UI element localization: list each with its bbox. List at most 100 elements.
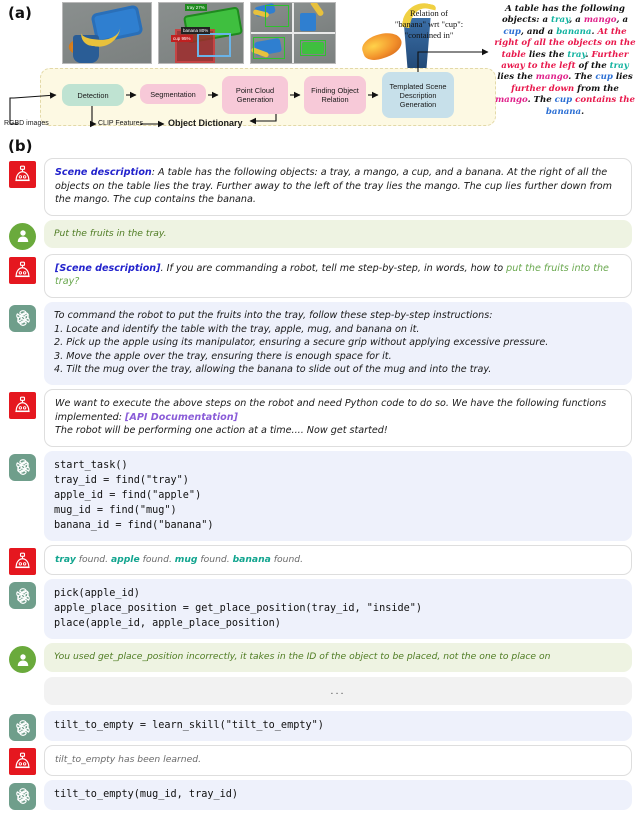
crop-cell-2 <box>294 3 335 32</box>
thumbnail-row: tray 27% banana 80% cup 95% <box>62 2 336 64</box>
msg-user-correction-bubble: You used get_place_position incorrectly,… <box>44 643 632 672</box>
avatar-spacer <box>9 680 36 707</box>
robot-icon <box>15 261 30 277</box>
msg-gpt-tilt-call: tilt_to_empty(mug_id, tray_id) <box>0 779 640 810</box>
robot-icon <box>15 165 30 182</box>
ellipsis-text: ... <box>330 685 346 698</box>
figure-root: (a) tray 27% banana 80% cup 95% Relation… <box>0 0 640 840</box>
scene-text-segment: banana <box>545 106 582 117</box>
message-text: Scene description: A table has the follo… <box>55 166 621 207</box>
found-object-name: mug <box>174 553 198 565</box>
scene-text-segment: . The <box>527 95 555 106</box>
scene-description-label: Scene description <box>55 167 152 178</box>
scene-description-placeholder: [Scene description] <box>55 262 161 274</box>
user-avatar-icon <box>9 646 36 674</box>
section-a-pipeline: (a) tray 27% banana 80% cup 95% Relation… <box>0 0 640 132</box>
person-icon <box>17 230 28 243</box>
crop-box-3 <box>253 37 285 59</box>
scene-text-segment: mango <box>535 72 569 83</box>
msg-ellipsis: ... <box>0 677 640 707</box>
robot-icon <box>15 552 30 568</box>
robot-avatar-icon <box>9 391 36 419</box>
scene-text-segment: further down <box>511 83 575 94</box>
msg-user-put-fruits: Put the fruits in the tray. <box>0 219 640 250</box>
crop-cell-1 <box>251 3 292 32</box>
openai-logo-icon <box>15 719 30 736</box>
prompt-body: . If you are commanding a robot, tell me… <box>160 262 507 274</box>
scene-text-segment: . <box>581 106 585 117</box>
robot-avatar-icon <box>9 547 36 575</box>
msg-gpt-tilt-call-bubble: tilt_to_empty(mug_id, tray_id) <box>44 779 632 810</box>
scene-text-segment: tray <box>551 15 570 26</box>
pipeline-box-point-cloud-generation: Point Cloud Generation <box>222 76 288 114</box>
tray-detection-tag: tray 27% <box>185 4 207 11</box>
found-suffix: found. <box>197 553 233 565</box>
found-suffix: found. <box>139 553 175 565</box>
scene-text-segment: . The <box>568 72 596 83</box>
pipeline-box-detection: Detection <box>62 84 124 106</box>
robot-icon <box>15 752 30 769</box>
msg-robot-found-bubble: tray found. apple found. mug found. bana… <box>44 544 632 576</box>
openai-logo-icon <box>15 459 30 476</box>
found-suffix: found. <box>75 553 111 565</box>
crop-box-4 <box>300 40 326 56</box>
scene-text-segment: , and a <box>520 26 557 37</box>
openai-logo-icon <box>15 587 30 604</box>
found-object-name: banana <box>232 553 271 565</box>
api-request-note: The robot will be performing one action … <box>55 425 388 437</box>
code-block: pick(apple_id) apple_place_position = ge… <box>54 588 423 630</box>
pipeline-box-templated-scene-description-generation: Templated Scene Description Generation <box>382 72 454 118</box>
scene-text-segment: banana <box>556 26 592 37</box>
cup-detection-tag: cup 95% <box>171 35 193 42</box>
msg-gpt-code-pick: pick(apple_id) apple_place_position = ge… <box>0 579 640 640</box>
found-object-name: apple <box>110 553 140 565</box>
msg-gpt-code-pick-bubble: pick(apple_id) apple_place_position = ge… <box>44 579 632 640</box>
banana-detection-tag: banana 80% <box>181 27 211 34</box>
robot-avatar-icon <box>9 256 36 284</box>
step-item: 2. Pick up the apple using its manipulat… <box>54 337 549 349</box>
msg-robot-api-bubble: We want to execute the above steps on th… <box>44 388 632 447</box>
scene-text-segment: cup <box>554 95 573 106</box>
crop-mug-shape <box>300 13 316 31</box>
msg-user-put-fruits-bubble: Put the fruits in the tray. <box>44 219 632 249</box>
message-text: [Scene description]. If you are commandi… <box>55 262 621 289</box>
openai-logo-icon <box>15 788 30 805</box>
msg-gpt-learn-skill: tilt_to_empty = learn_skill("tilt_to_emp… <box>0 711 640 742</box>
msg-scene-description-bubble: Scene description: A table has the follo… <box>44 158 632 216</box>
gpt-avatar-icon <box>9 582 36 610</box>
pipeline-box-finding-object-relation: Finding Object Relation <box>304 76 366 114</box>
label-clip-features: CLIP Features <box>98 120 144 127</box>
banana-detection-box <box>197 33 231 57</box>
scene-text-segment: , a <box>616 15 629 26</box>
msg-gpt-code-find-bubble: start_task() tray_id = find("tray") appl… <box>44 450 632 541</box>
msg-gpt-code-find: start_task() tray_id = find("tray") appl… <box>0 450 640 541</box>
crop-cell-3 <box>251 34 292 63</box>
api-documentation-link[interactable]: [API Documentation] <box>125 412 238 423</box>
crop-cell-4 <box>294 34 335 63</box>
person-icon <box>17 654 28 666</box>
msg-gpt-learn-skill-bubble: tilt_to_empty = learn_skill("tilt_to_emp… <box>44 711 632 742</box>
gpt-avatar-icon <box>9 304 36 332</box>
msg-gpt-steps: To command the robot to put the fruits i… <box>0 301 640 385</box>
gpt-avatar-icon <box>9 782 36 810</box>
msg-robot-prompt-bubble: [Scene description]. If you are commandi… <box>44 253 632 298</box>
scene-text-segment: of the <box>575 61 610 72</box>
relation-line-3: "contained in" <box>404 30 454 40</box>
step-item: 1. Locate and identify the table with th… <box>54 323 420 335</box>
msg-scene-description: Scene description: A table has the follo… <box>0 158 640 216</box>
scene-text-segment: mango <box>495 95 528 106</box>
robot-avatar-icon <box>9 748 36 776</box>
scene-text-segment: lies the <box>497 72 536 83</box>
system-status-text: tilt_to_empty has been learned. <box>55 754 201 766</box>
label-rgbd-images: RGBD images <box>4 120 49 127</box>
scene-text-segment: cup <box>595 72 613 83</box>
relation-line-2: "banana" wrt "cup": <box>394 19 464 29</box>
scene-text-segment: tray <box>567 49 586 60</box>
message-text: You used get_place_position incorrectly,… <box>54 651 551 663</box>
code-block: tilt_to_empty(mug_id, tray_id) <box>54 788 239 800</box>
step-item: 3. Move the apple over the tray, ensurin… <box>54 350 392 362</box>
robot-avatar-icon <box>9 161 36 188</box>
scene-text-segment: cup <box>503 26 521 37</box>
scene-text-segment: tray <box>609 61 629 72</box>
scene-text-segment: from the <box>574 83 619 94</box>
